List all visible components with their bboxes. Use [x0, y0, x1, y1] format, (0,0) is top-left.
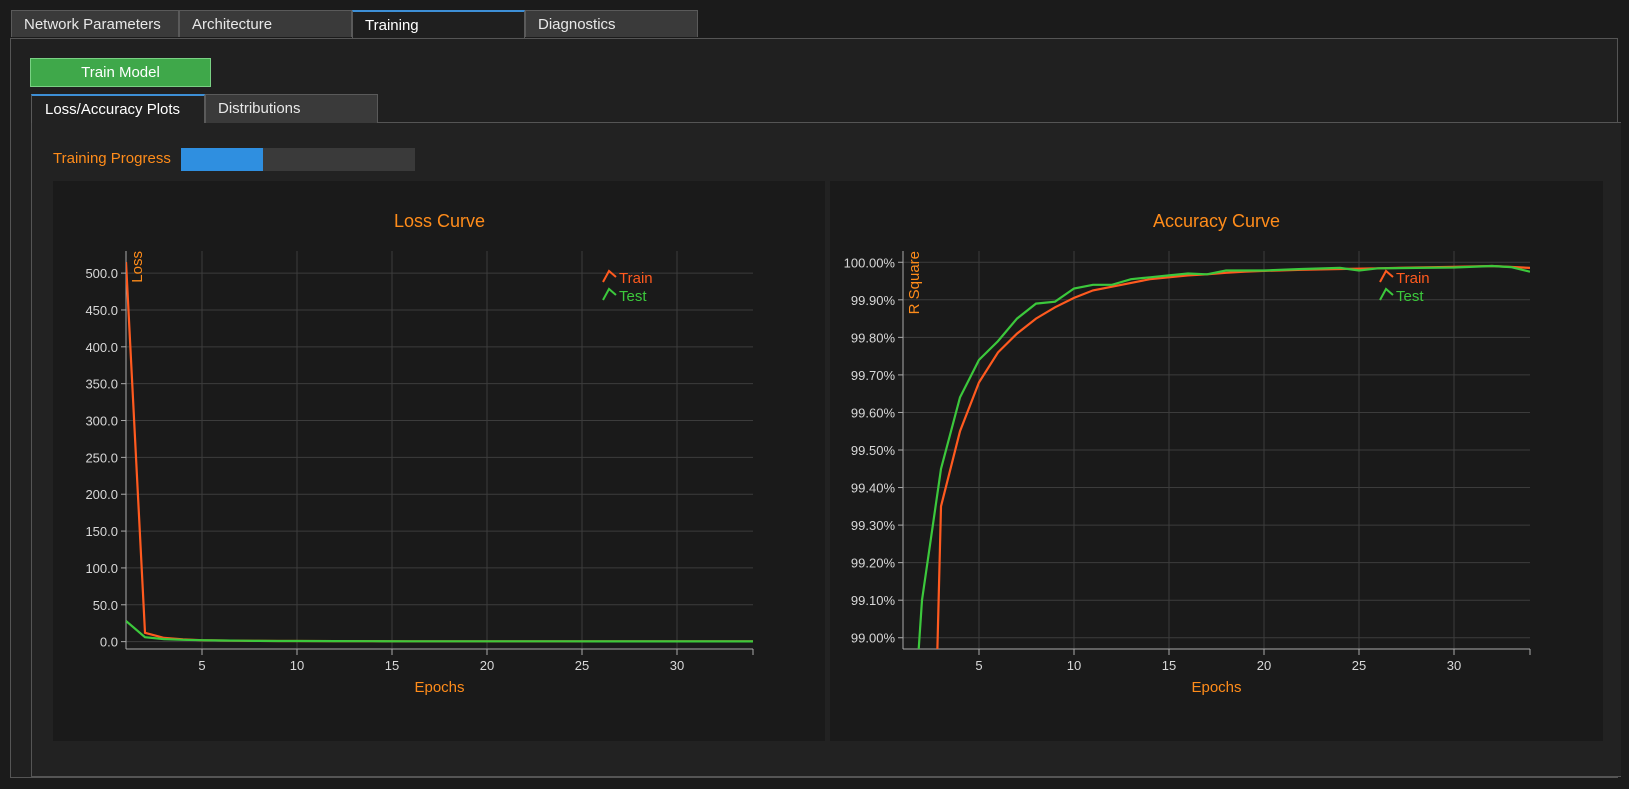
- tab-network-parameters[interactable]: Network Parameters: [11, 10, 179, 37]
- legend-label-train: Train: [619, 270, 653, 287]
- series-line-train: [936, 264, 1530, 649]
- y-tick-label: 250.0: [85, 450, 118, 465]
- y-tick-label: 200.0: [85, 487, 118, 502]
- subtab-loss-accuracy-plots[interactable]: Loss/Accuracy Plots: [31, 94, 205, 123]
- y-tick-label: 99.60%: [851, 405, 896, 420]
- training-progress-bar: [181, 148, 415, 171]
- training-progress-fill: [181, 148, 263, 171]
- x-tick-label: 25: [575, 658, 589, 673]
- x-tick-label: 30: [670, 658, 684, 673]
- y-tick-label: 150.0: [85, 524, 118, 539]
- tab-training[interactable]: Training: [352, 10, 525, 39]
- legend-swatch-test: [1379, 287, 1394, 301]
- y-tick-label: 400.0: [85, 340, 118, 355]
- x-tick-label: 5: [198, 658, 205, 673]
- legend-label-train: Train: [1396, 270, 1430, 287]
- legend-swatch-test: [602, 287, 617, 301]
- x-tick-label: 15: [1162, 658, 1176, 673]
- y-axis-label: R Square: [906, 251, 923, 314]
- x-tick-label: 10: [1067, 658, 1081, 673]
- x-tick-label: 20: [1257, 658, 1271, 673]
- series-line-train: [126, 262, 753, 643]
- legend-label-test: Test: [619, 288, 647, 305]
- y-tick-label: 99.00%: [851, 631, 896, 646]
- chart-title: Loss Curve: [394, 211, 485, 231]
- y-tick-label: 99.90%: [851, 293, 896, 308]
- y-tick-label: 99.80%: [851, 330, 896, 345]
- x-tick-label: 20: [480, 658, 494, 673]
- legend-label-test: Test: [1396, 288, 1424, 305]
- y-tick-label: 100.0: [85, 561, 118, 576]
- y-tick-label: 300.0: [85, 414, 118, 429]
- x-tick-label: 5: [975, 658, 982, 673]
- legend-swatch-train: [1379, 269, 1394, 283]
- train-model-button[interactable]: Train Model: [30, 58, 211, 87]
- subtab-distributions[interactable]: Distributions: [205, 94, 378, 123]
- chart-title: Accuracy Curve: [1153, 211, 1280, 231]
- y-tick-label: 350.0: [85, 377, 118, 392]
- y-tick-label: 99.50%: [851, 443, 896, 458]
- series-line-test: [126, 620, 753, 643]
- tab-diagnostics[interactable]: Diagnostics: [525, 10, 698, 37]
- x-tick-label: 25: [1352, 658, 1366, 673]
- y-tick-label: 500.0: [85, 266, 118, 281]
- x-axis-label: Epochs: [414, 679, 464, 696]
- x-tick-label: 10: [290, 658, 304, 673]
- y-tick-label: 0.0: [100, 635, 118, 650]
- loss-chart-panel: Loss Curve 0.0 50.0 100.0 150.0 200.0 250.0 300…: [53, 181, 825, 741]
- tab-architecture[interactable]: Architecture: [179, 10, 352, 37]
- y-tick-label: 99.30%: [851, 518, 896, 533]
- x-tick-label: 15: [385, 658, 399, 673]
- series-line-test: [917, 264, 1530, 649]
- y-tick-label: 50.0: [93, 598, 118, 613]
- y-axis-label: Loss: [129, 251, 146, 283]
- y-tick-label: 99.10%: [851, 593, 896, 608]
- y-tick-label: 100.00%: [844, 255, 896, 270]
- x-tick-label: 30: [1447, 658, 1461, 673]
- y-tick-label: 99.20%: [851, 556, 896, 571]
- accuracy-chart: Accuracy Curve 99.00% 99.10% 99.20% 99.30% 99…: [844, 211, 1531, 696]
- y-tick-label: 99.40%: [851, 481, 896, 496]
- accuracy-chart-panel: Accuracy Curve 99.00% 99.10% 99.20% 99.30% 99…: [830, 181, 1603, 741]
- training-progress-label: Training Progress: [53, 150, 171, 167]
- y-tick-label: 99.70%: [851, 368, 896, 383]
- y-tick-label: 450.0: [85, 303, 118, 318]
- loss-chart: Loss Curve 0.0 50.0 100.0 150.0 200.0 250.0 300…: [85, 211, 754, 696]
- x-axis-label: Epochs: [1191, 679, 1241, 696]
